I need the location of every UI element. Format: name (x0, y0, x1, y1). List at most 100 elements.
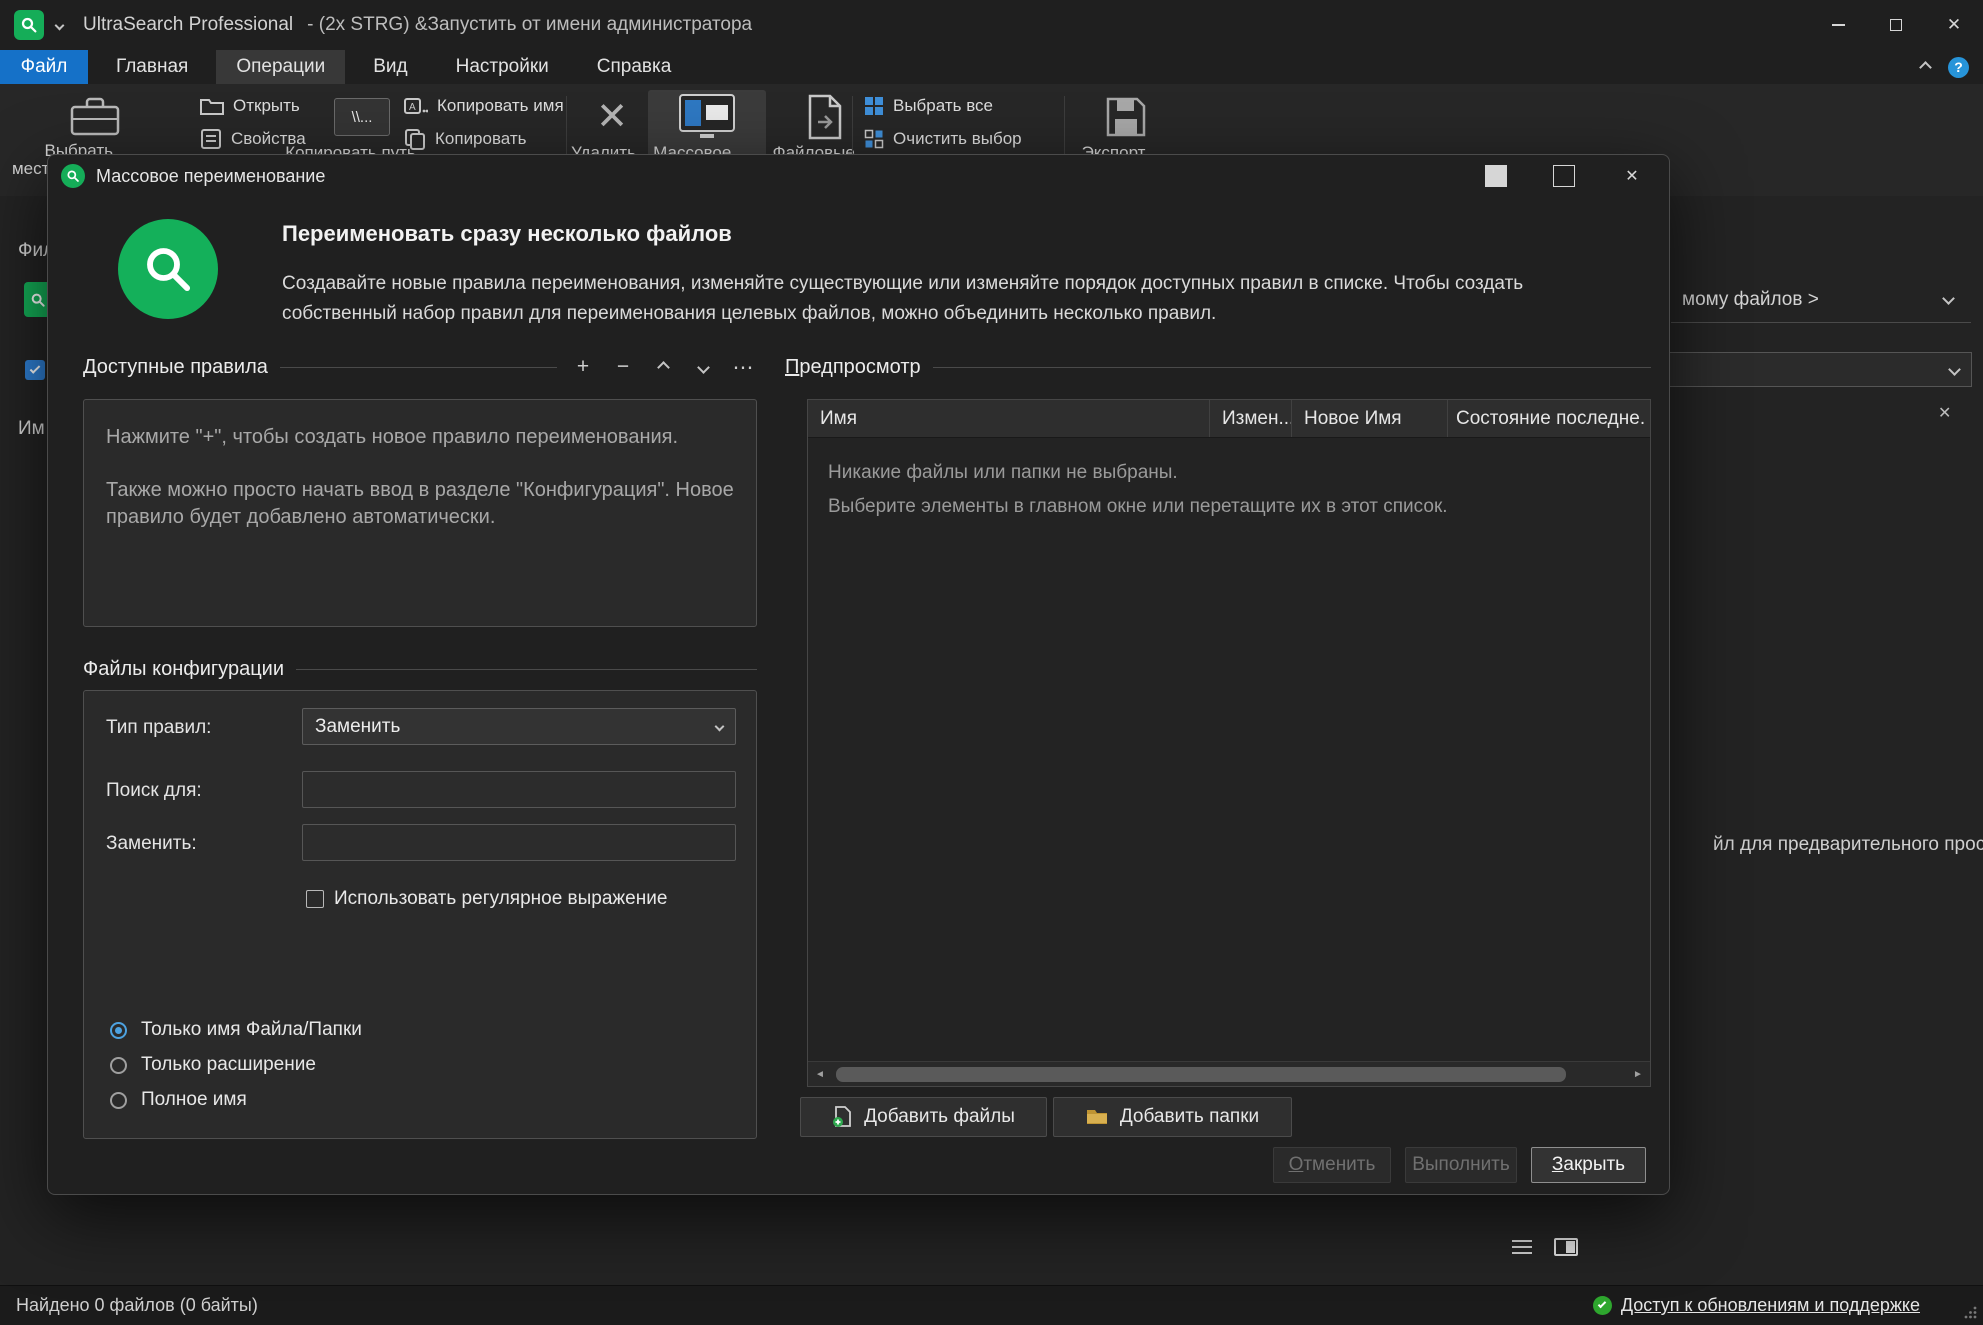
dialog-close-button[interactable]: ✕ (1621, 165, 1643, 187)
rule-type-value: Заменить (315, 716, 400, 738)
preview-view-icon (1554, 1238, 1578, 1256)
resize-grip[interactable] (1963, 1305, 1978, 1320)
tab-help[interactable]: Справка (577, 50, 692, 84)
ribbon-tabs: Файл Главная Операции Вид Настройки Спра… (0, 50, 1983, 84)
add-files-icon (832, 1106, 852, 1128)
column-last-state[interactable]: Состояние последне. (1448, 400, 1650, 437)
add-rule-button[interactable]: + (569, 355, 597, 379)
checkbox-icon (306, 890, 324, 908)
close-button[interactable]: ✕ (1925, 0, 1983, 50)
mass-rename-icon (679, 94, 735, 140)
tab-settings[interactable]: Настройки (436, 50, 569, 84)
radio-icon (110, 1092, 127, 1109)
mass-rename-dialog: Массовое переименование ✕ Переименовать … (47, 154, 1670, 1195)
search-for-input[interactable] (302, 771, 736, 808)
copy-path-icon: \\... (334, 98, 390, 136)
check-icon (30, 363, 41, 374)
chevron-down-icon (697, 361, 710, 374)
dialog-minimize-button[interactable] (1485, 165, 1507, 187)
scroll-right-icon[interactable]: ► (1626, 1062, 1650, 1086)
column-modified[interactable]: Измен... (1210, 400, 1292, 437)
name-column-fragment: Им (18, 418, 45, 440)
copy-path-button[interactable]: \\... Копировать путь (316, 90, 408, 162)
select-all-button[interactable]: Выбрать все (864, 93, 1022, 119)
select-all-icon (864, 96, 884, 116)
move-rule-down-button[interactable] (689, 355, 717, 379)
move-rule-up-button[interactable] (649, 355, 677, 379)
dialog-title: Массовое переименование (96, 166, 325, 187)
chevron-down-icon[interactable] (1942, 292, 1955, 305)
update-status-icon (1593, 1296, 1612, 1315)
remove-rule-button[interactable]: − (609, 355, 637, 379)
collapse-ribbon-icon[interactable] (1919, 61, 1932, 74)
rule-type-select[interactable]: Заменить (302, 708, 736, 745)
chevron-down-icon (1948, 363, 1961, 376)
empty-line-1: Никакие файлы или папки не выбраны. (828, 456, 1630, 490)
execute-button[interactable]: Выполнить (1405, 1147, 1517, 1183)
maximize-icon (1890, 19, 1902, 31)
tab-home[interactable]: Главная (96, 50, 208, 84)
help-icon[interactable]: ? (1948, 57, 1969, 78)
config-panel: Тип правил: Заменить Поиск для: Заменить… (83, 690, 757, 1139)
replace-with-input[interactable] (302, 824, 736, 861)
column-new-name[interactable]: Новое Имя (1292, 400, 1448, 437)
horizontal-scrollbar[interactable]: ◄ ► (808, 1061, 1650, 1086)
list-view-button[interactable] (1504, 1232, 1540, 1262)
quick-access-chevron-icon[interactable] (55, 20, 65, 30)
scroll-left-icon[interactable]: ◄ (808, 1062, 832, 1086)
copy-name-button[interactable]: A Копировать имя (404, 93, 564, 119)
list-view-icon (1512, 1240, 1532, 1254)
rules-hint-line2: Также можно просто начать ввод в разделе… (106, 477, 734, 531)
radio-selected-icon (110, 1022, 127, 1039)
section-divider (296, 669, 757, 670)
more-options-button[interactable]: ⋯ (729, 355, 757, 379)
dialog-maximize-button[interactable] (1553, 165, 1575, 187)
regex-checkbox[interactable]: Использовать регулярное выражение (306, 888, 667, 910)
select-location-button[interactable]: Выбрать местоположение (30, 90, 160, 162)
copy-icon (404, 128, 426, 150)
radio-filename-only[interactable]: Только имя Файла/Папки (110, 1019, 362, 1041)
preview-empty-state: Никакие файлы или папки не выбраны. Выбе… (808, 438, 1650, 542)
close-icon: ✕ (1947, 15, 1961, 35)
delete-icon: ✕ (596, 98, 628, 136)
search-for-label: Поиск для: (106, 780, 202, 802)
dialog-description: Создавайте новые правила переименования,… (282, 269, 1594, 329)
preview-view-button[interactable] (1548, 1232, 1584, 1262)
add-folders-button[interactable]: Добавить папки (1053, 1097, 1292, 1137)
scrollbar-thumb[interactable] (836, 1067, 1566, 1082)
cancel-button[interactable]: Отменить (1273, 1147, 1391, 1183)
maximize-button[interactable] (1867, 0, 1925, 50)
clear-filter-icon[interactable]: ✕ (1938, 403, 1951, 423)
add-files-button[interactable]: Добавить файлы (800, 1097, 1047, 1137)
clear-selection-button[interactable]: Очистить выбор (864, 126, 1022, 152)
column-name[interactable]: Имя (808, 400, 1210, 437)
radio-full-name[interactable]: Полное имя (110, 1089, 247, 1111)
radio-extension-only[interactable]: Только расширение (110, 1054, 316, 1076)
select-all-checkbox[interactable] (25, 360, 45, 380)
tab-view[interactable]: Вид (353, 50, 427, 84)
rules-list[interactable]: Нажмите "+", чтобы создать новое правило… (83, 399, 757, 627)
tab-operations[interactable]: Операции (216, 50, 345, 84)
minimize-icon (1485, 165, 1507, 187)
copy-button[interactable]: Копировать (404, 126, 564, 152)
group-divider (1671, 322, 1971, 323)
minimize-icon (1832, 24, 1845, 26)
regex-checkbox-label: Использовать регулярное выражение (334, 888, 667, 910)
support-link[interactable]: Доступ к обновлениям и поддержке (1621, 1295, 1920, 1316)
copy-name-icon: A (404, 96, 428, 116)
export-button[interactable]: Экспорт (1076, 90, 1176, 162)
window-title: UltraSearch Professional- (2x STRG) &Зап… (83, 14, 752, 36)
maximize-icon (1553, 165, 1575, 187)
file-operations-icon (806, 94, 848, 140)
replace-with-label: Заменить: (106, 833, 197, 855)
chevron-up-icon (657, 361, 670, 374)
section-divider (933, 367, 1651, 368)
preview-hint-fragment: йл для предварительного просм (1713, 834, 1983, 856)
open-button[interactable]: Открыть (200, 93, 306, 119)
open-icon (200, 96, 224, 116)
minimize-button[interactable] (1809, 0, 1867, 50)
rename-hero-icon (118, 219, 218, 319)
tab-file[interactable]: Файл (0, 50, 88, 84)
close-dialog-button[interactable]: Закрыть (1531, 1147, 1646, 1183)
files-group-fragment[interactable]: мому файлов > (1682, 289, 1819, 311)
